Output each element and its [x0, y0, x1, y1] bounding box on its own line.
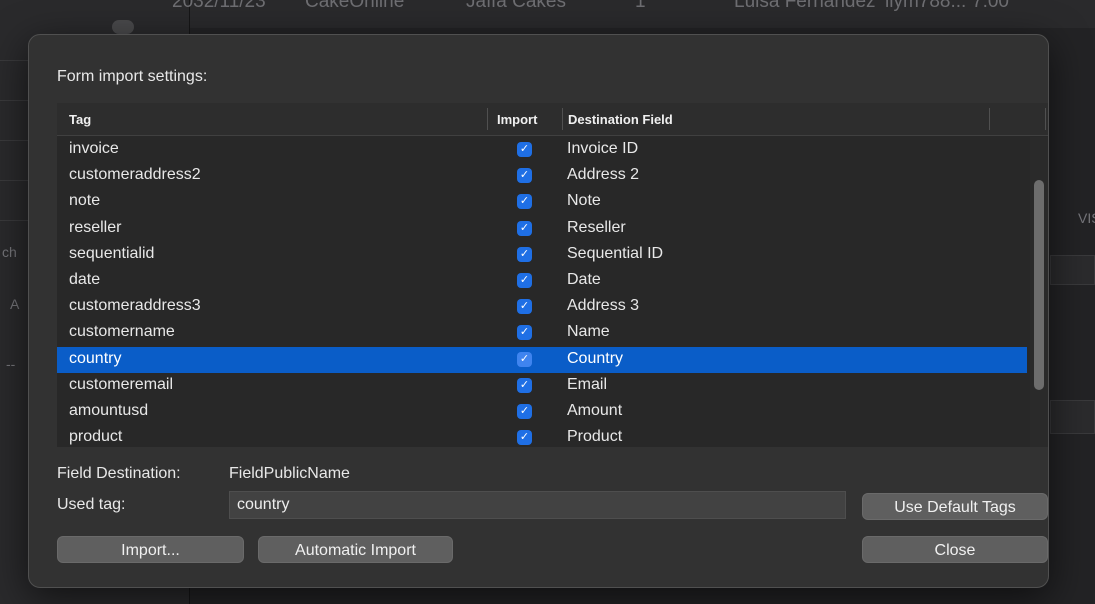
field-destination-label: Field Destination:: [57, 465, 181, 482]
column-header-tag[interactable]: Tag: [69, 112, 91, 127]
bg-cell-product: Jaffa Cakes: [466, 0, 566, 12]
scrollbar-thumb[interactable]: [1034, 180, 1044, 390]
table-body: invoice ✓ Invoice ID customeraddress2 ✓ Addre…: [57, 137, 1048, 447]
destination-cell: Name: [567, 323, 610, 341]
tag-cell: sequentialid: [69, 244, 155, 262]
bg-cell-qty: 1: [635, 0, 646, 12]
dialog-title: Form import settings:: [57, 68, 208, 85]
import-checkbox[interactable]: ✓: [517, 377, 532, 393]
import-button[interactable]: Import...: [57, 536, 244, 563]
background-table-row: 2032/11/23 CakeOnline Jaffa Cakes 1 Luis…: [172, 0, 1095, 28]
tag-cell: note: [69, 192, 101, 210]
destination-cell: Date: [567, 271, 601, 288]
column-header-destination[interactable]: Destination Field: [568, 112, 673, 127]
import-checkbox[interactable]: ✓: [517, 142, 532, 157]
import-checkbox[interactable]: ✓: [517, 168, 532, 184]
destination-cell: Reseller: [567, 218, 626, 236]
automatic-import-button[interactable]: Automatic Import: [258, 536, 453, 563]
bg-dashes-fragment: --: [6, 356, 16, 372]
table-row[interactable]: date ✓ Date: [57, 268, 1027, 294]
bg-cell-store: CakeOnline: [305, 0, 405, 12]
table-row[interactable]: customeraddress2 ✓ Address 2: [57, 163, 1027, 189]
destination-cell: Email: [567, 375, 608, 393]
column-divider: [1045, 108, 1046, 130]
import-checkbox[interactable]: ✓: [517, 299, 532, 315]
table-row[interactable]: product ✓ Product: [57, 425, 1027, 447]
table-row[interactable]: invoice ✓ Invoice ID: [57, 137, 1027, 163]
table-header: Tag Import Destination Field: [57, 103, 1048, 136]
bg-search-fragment: ch: [2, 244, 17, 260]
column-header-import[interactable]: Import: [497, 112, 537, 127]
used-tag-input[interactable]: [229, 491, 846, 519]
vertical-scrollbar[interactable]: [1030, 137, 1048, 447]
tag-cell: customeremail: [69, 375, 174, 393]
tag-cell: customername: [69, 323, 175, 341]
import-checkbox[interactable]: ✓: [517, 325, 532, 341]
tag-cell: amountusd: [69, 402, 149, 419]
table-row[interactable]: customername ✓ Name: [57, 320, 1027, 346]
destination-cell: Address 3: [567, 297, 640, 315]
form-import-settings-dialog: Form import settings: Tag Import Destina…: [28, 34, 1049, 588]
import-checkbox[interactable]: ✓: [517, 351, 532, 367]
destination-cell: Product: [567, 428, 623, 446]
destination-cell: Address 2: [567, 166, 640, 184]
table-row[interactable]: country ✓ Country: [57, 346, 1027, 373]
bg-right-fragment: VIS: [1078, 210, 1095, 226]
destination-cell: Country: [567, 349, 624, 367]
field-destination-value: FieldPublicName: [229, 465, 350, 482]
table-row[interactable]: note ✓ Note: [57, 189, 1027, 215]
tag-cell: invoice: [69, 140, 119, 157]
background-scroll-knob: [112, 20, 134, 34]
column-divider[interactable]: [989, 108, 990, 130]
destination-cell: Amount: [567, 402, 623, 419]
tag-cell: customeraddress3: [69, 297, 201, 315]
table-row[interactable]: sequentialid ✓ Sequential ID: [57, 242, 1027, 268]
import-checkbox[interactable]: ✓: [517, 220, 532, 236]
bg-cell-customer: Luisa Fernandez: [734, 0, 876, 12]
bg-cell-amount: 7.00: [972, 0, 1009, 12]
import-checkbox[interactable]: ✓: [517, 273, 532, 288]
close-button[interactable]: Close: [862, 536, 1048, 563]
tag-cell: date: [69, 271, 101, 288]
used-tag-label: Used tag:: [57, 496, 126, 513]
tag-cell: product: [69, 428, 123, 446]
destination-cell: Note: [567, 192, 601, 210]
column-divider[interactable]: [487, 108, 488, 130]
import-checkbox[interactable]: ✓: [517, 194, 532, 210]
table-row[interactable]: reseller ✓ Reseller: [57, 216, 1027, 242]
bg-right-field-2: [1050, 400, 1095, 434]
table-row[interactable]: amountusd ✓ Amount: [57, 399, 1027, 425]
bg-cell-date: 2032/11/23: [172, 0, 266, 12]
bg-right-field: [1050, 255, 1095, 285]
import-checkbox[interactable]: ✓: [517, 246, 532, 262]
destination-cell: Sequential ID: [567, 244, 664, 262]
tag-mapping-table: Tag Import Destination Field invoice ✓ Inv…: [57, 103, 1048, 447]
use-default-tags-button[interactable]: Use Default Tags: [862, 493, 1048, 520]
bg-all-fragment: A: [10, 296, 20, 312]
tag-cell: country: [69, 349, 122, 367]
import-checkbox[interactable]: ✓: [517, 430, 532, 446]
table-row[interactable]: customeraddress3 ✓ Address 3: [57, 294, 1027, 320]
bg-cell-email: llym788...: [885, 0, 967, 12]
destination-cell: Invoice ID: [567, 140, 639, 157]
column-divider[interactable]: [562, 108, 563, 130]
import-checkbox[interactable]: ✓: [517, 404, 532, 419]
tag-cell: customeraddress2: [69, 166, 201, 184]
table-row[interactable]: customeremail ✓ Email: [57, 373, 1027, 399]
tag-cell: reseller: [69, 218, 122, 236]
